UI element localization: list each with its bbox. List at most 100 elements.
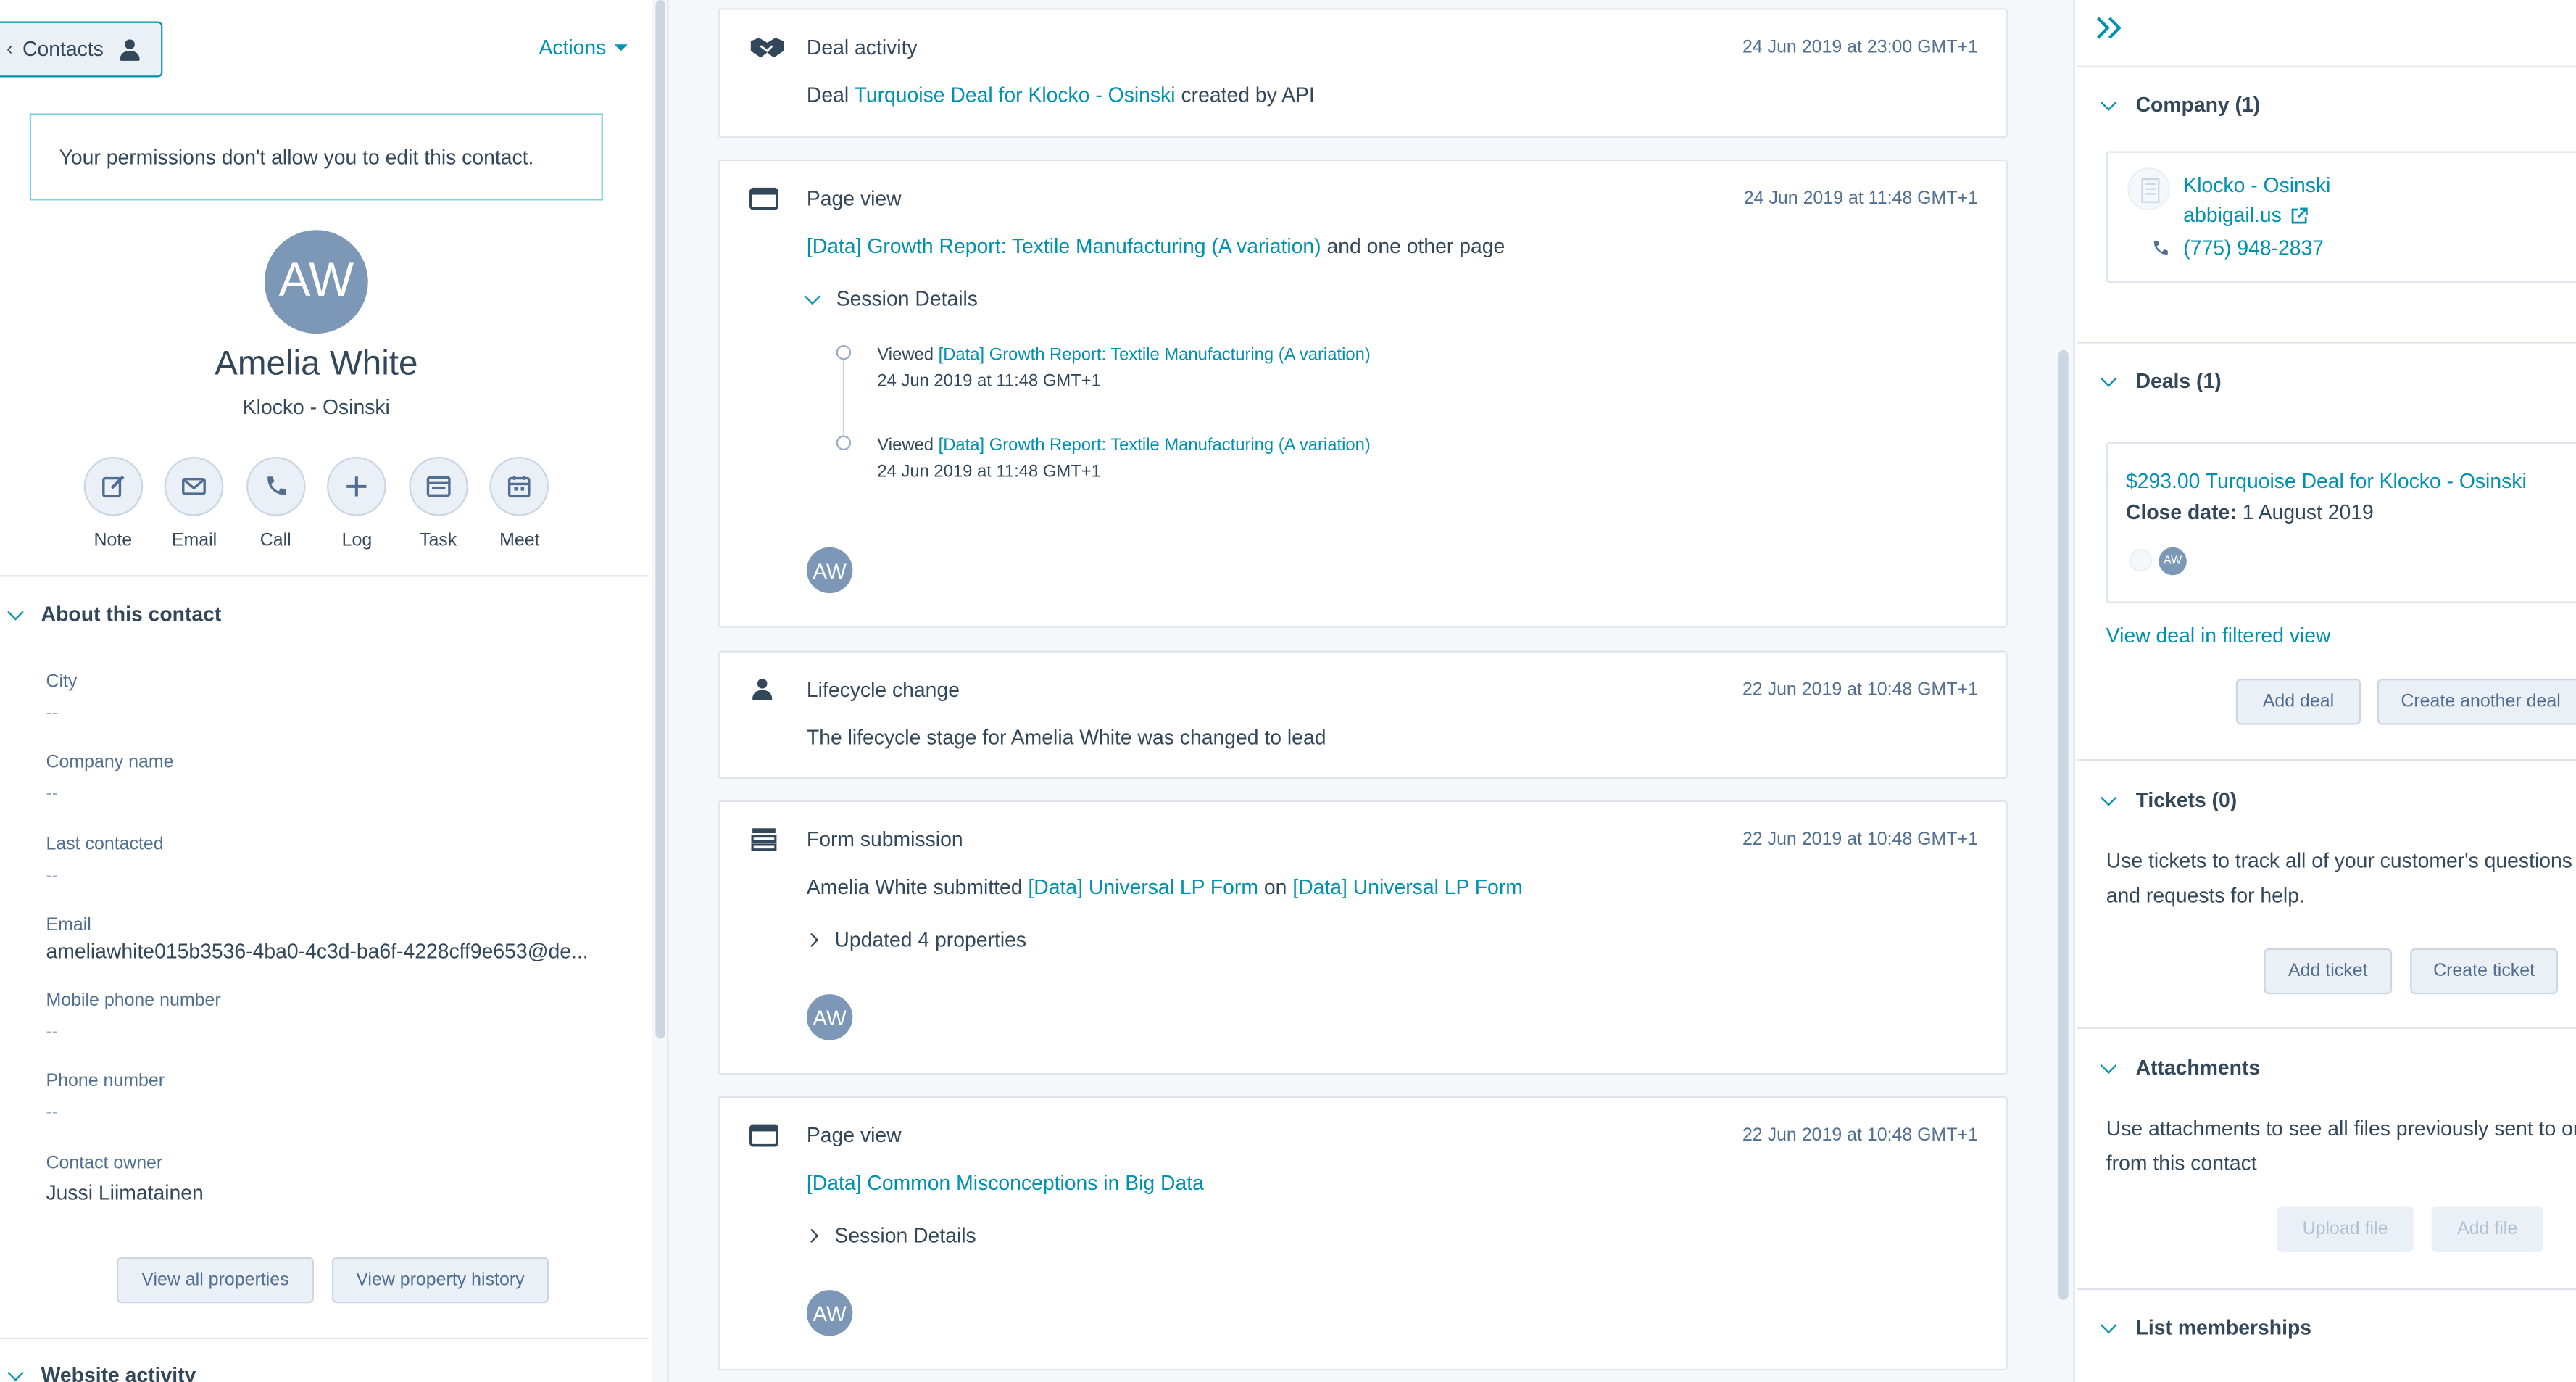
sidebar-scrollbar[interactable] [652, 0, 669, 1382]
company-phone-link[interactable]: (775) 948-2837 [2183, 236, 2324, 260]
property-city[interactable]: City -- [46, 672, 620, 723]
session-details-toggle[interactable]: Session Details [805, 1224, 976, 1247]
tickets-section-toggle[interactable]: Tickets (0) [2100, 788, 2238, 812]
deals-section-toggle[interactable]: Deals (1) [2100, 369, 2222, 393]
deal-title-link[interactable]: $293.00 Turquoise Deal for Klocko - Osin… [2126, 470, 2527, 493]
session-dot [836, 344, 852, 360]
plus-icon[interactable] [327, 457, 387, 516]
property-email[interactable]: Email ameliawhite015b3536-4ba0-4c3d-ba6f… [46, 915, 620, 963]
page-link[interactable]: [Data] Common Misconceptions in Big Data [807, 1172, 1204, 1195]
session-page-link[interactable]: [Data] Growth Report: Textile Manufactur… [939, 345, 1371, 365]
chevron-down-icon [2100, 370, 2117, 386]
calendar-icon[interactable] [490, 457, 549, 516]
add-deal-button[interactable]: Add deal [2235, 679, 2361, 725]
property-last-contacted[interactable]: Last contacted -- [46, 835, 620, 885]
property-mobile-phone[interactable]: Mobile phone number -- [46, 991, 620, 1042]
session-page-link[interactable]: [Data] Growth Report: Textile Manufactur… [939, 436, 1371, 455]
session-time: 24 Jun 2019 at 11:48 GMT+1 [877, 461, 1101, 482]
session-entry: Viewed [Data] Growth Report: Textile Man… [877, 432, 1370, 485]
session-dot [836, 435, 852, 450]
company-domain-link[interactable]: abbigail.us [2183, 204, 2281, 227]
about-heading: About this contact [41, 603, 222, 626]
form-middle: on [1263, 875, 1287, 899]
property-label: Contact owner [46, 1154, 163, 1174]
back-to-contacts-button[interactable]: ‹ Contacts [0, 21, 163, 78]
note-icon[interactable] [83, 457, 143, 516]
company-name-link[interactable]: Klocko - Osinski [2183, 174, 2330, 197]
form-link[interactable]: [Data] Universal LP Form [1028, 876, 1258, 899]
email-icon[interactable] [165, 457, 224, 516]
attachments-section-toggle[interactable]: Attachments [2100, 1056, 2260, 1080]
deal-close-date: Close date: 1 August 2019 [2126, 501, 2374, 524]
contact-name: Amelia White [215, 344, 418, 384]
contacts-label: Contacts [22, 38, 104, 61]
property-contact-owner[interactable]: Contact owner Jussi Liimatainen [46, 1154, 620, 1204]
form-icon [751, 828, 777, 851]
meet-label: Meet [499, 531, 540, 551]
page-link[interactable]: [Data] Growth Report: Textile Manufactur… [807, 235, 1321, 258]
note-label: Note [94, 531, 133, 551]
view-deal-filtered-link[interactable]: View deal in filtered view [2106, 624, 2331, 647]
associations-sidebar: Company (1) Klocko - Osinski abbigail.us… [2076, 0, 2576, 1382]
website-activity-toggle[interactable]: Website activity [7, 1364, 196, 1382]
actions-dropdown[interactable]: Actions [539, 36, 628, 59]
property-company-name[interactable]: Company name -- [46, 753, 620, 803]
scrollbar-thumb[interactable] [2058, 349, 2069, 1300]
call-icon[interactable] [246, 457, 306, 516]
chevron-down-icon [2100, 1056, 2117, 1073]
form-page-link[interactable]: [Data] Universal LP Form [1292, 876, 1523, 899]
meet-action[interactable]: Meet [479, 457, 560, 550]
view-all-properties-button[interactable]: View all properties [116, 1257, 314, 1304]
person-icon [120, 38, 140, 60]
person-icon [752, 679, 782, 705]
timeline-scrollbar[interactable] [2053, 0, 2075, 1382]
email-action[interactable]: Email [154, 457, 235, 550]
create-ticket-button[interactable]: Create ticket [2410, 948, 2559, 995]
viewed-label: Viewed [877, 344, 934, 365]
about-section-toggle[interactable]: About this contact [7, 603, 222, 626]
call-action[interactable]: Call [235, 457, 316, 550]
contact-sidebar: ‹ Contacts Actions Your permissions don'… [0, 0, 649, 1382]
updated-properties-toggle[interactable]: Updated 4 properties [805, 929, 1026, 951]
company-section-toggle[interactable]: Company (1) [2100, 94, 2260, 117]
card-body: [Data] Common Misconceptions in Big Data [807, 1172, 1204, 1195]
deal-link[interactable]: Turquoise Deal for Klocko - Osinski [855, 84, 1176, 107]
chevron-right-icon [805, 932, 819, 947]
note-action[interactable]: Note [72, 457, 154, 550]
property-value: Jussi Liimatainen [46, 1181, 204, 1205]
company-phone-row: (775) 948-2837 [2151, 236, 2324, 260]
card-body: Amelia White submitted [Data] Universal … [807, 876, 1523, 899]
double-chevron-right-icon[interactable] [2095, 15, 2124, 41]
task-action[interactable]: Task [398, 457, 479, 550]
add-file-button[interactable]: Add file [2431, 1206, 2543, 1252]
card-title: Lifecycle change [806, 679, 960, 702]
create-another-deal-button[interactable]: Create another deal [2377, 679, 2576, 725]
chevron-left-icon: ‹ [7, 39, 13, 59]
add-ticket-button[interactable]: Add ticket [2264, 948, 2393, 995]
view-property-history-button[interactable]: View property history [331, 1257, 549, 1304]
card-date: 24 Jun 2019 at 11:48 GMT+1 [1743, 189, 1978, 209]
divider [0, 575, 649, 577]
chevron-right-icon [805, 1228, 819, 1243]
session-time: 24 Jun 2019 at 11:48 GMT+1 [877, 371, 1101, 392]
property-value: -- [46, 703, 59, 724]
scrollbar-thumb[interactable] [655, 0, 665, 1039]
deal-suffix: created by API [1181, 83, 1315, 107]
task-icon[interactable] [408, 457, 468, 516]
property-phone[interactable]: Phone number -- [46, 1072, 620, 1122]
quick-actions: Note Email Call Log Task Meet [72, 457, 560, 550]
divider [2076, 1027, 2576, 1029]
session-details-toggle[interactable]: Session Details [804, 287, 978, 311]
timeline-card-form-submission: Form submission 22 Jun 2019 at 10:48 GMT… [718, 800, 2008, 1075]
divider [2076, 759, 2576, 761]
divider [0, 1337, 649, 1340]
session-details-label: Session Details [836, 287, 978, 311]
list-memberships-section-toggle[interactable]: List memberships [2100, 1316, 2311, 1339]
external-link-icon[interactable] [2290, 206, 2308, 224]
deals-heading: Deals (1) [2135, 369, 2222, 393]
actions-label: Actions [539, 36, 607, 59]
avatar: AW [806, 994, 853, 1040]
log-action[interactable]: Log [316, 457, 397, 550]
tickets-heading: Tickets (0) [2135, 788, 2238, 812]
upload-file-button[interactable]: Upload file [2277, 1206, 2414, 1252]
